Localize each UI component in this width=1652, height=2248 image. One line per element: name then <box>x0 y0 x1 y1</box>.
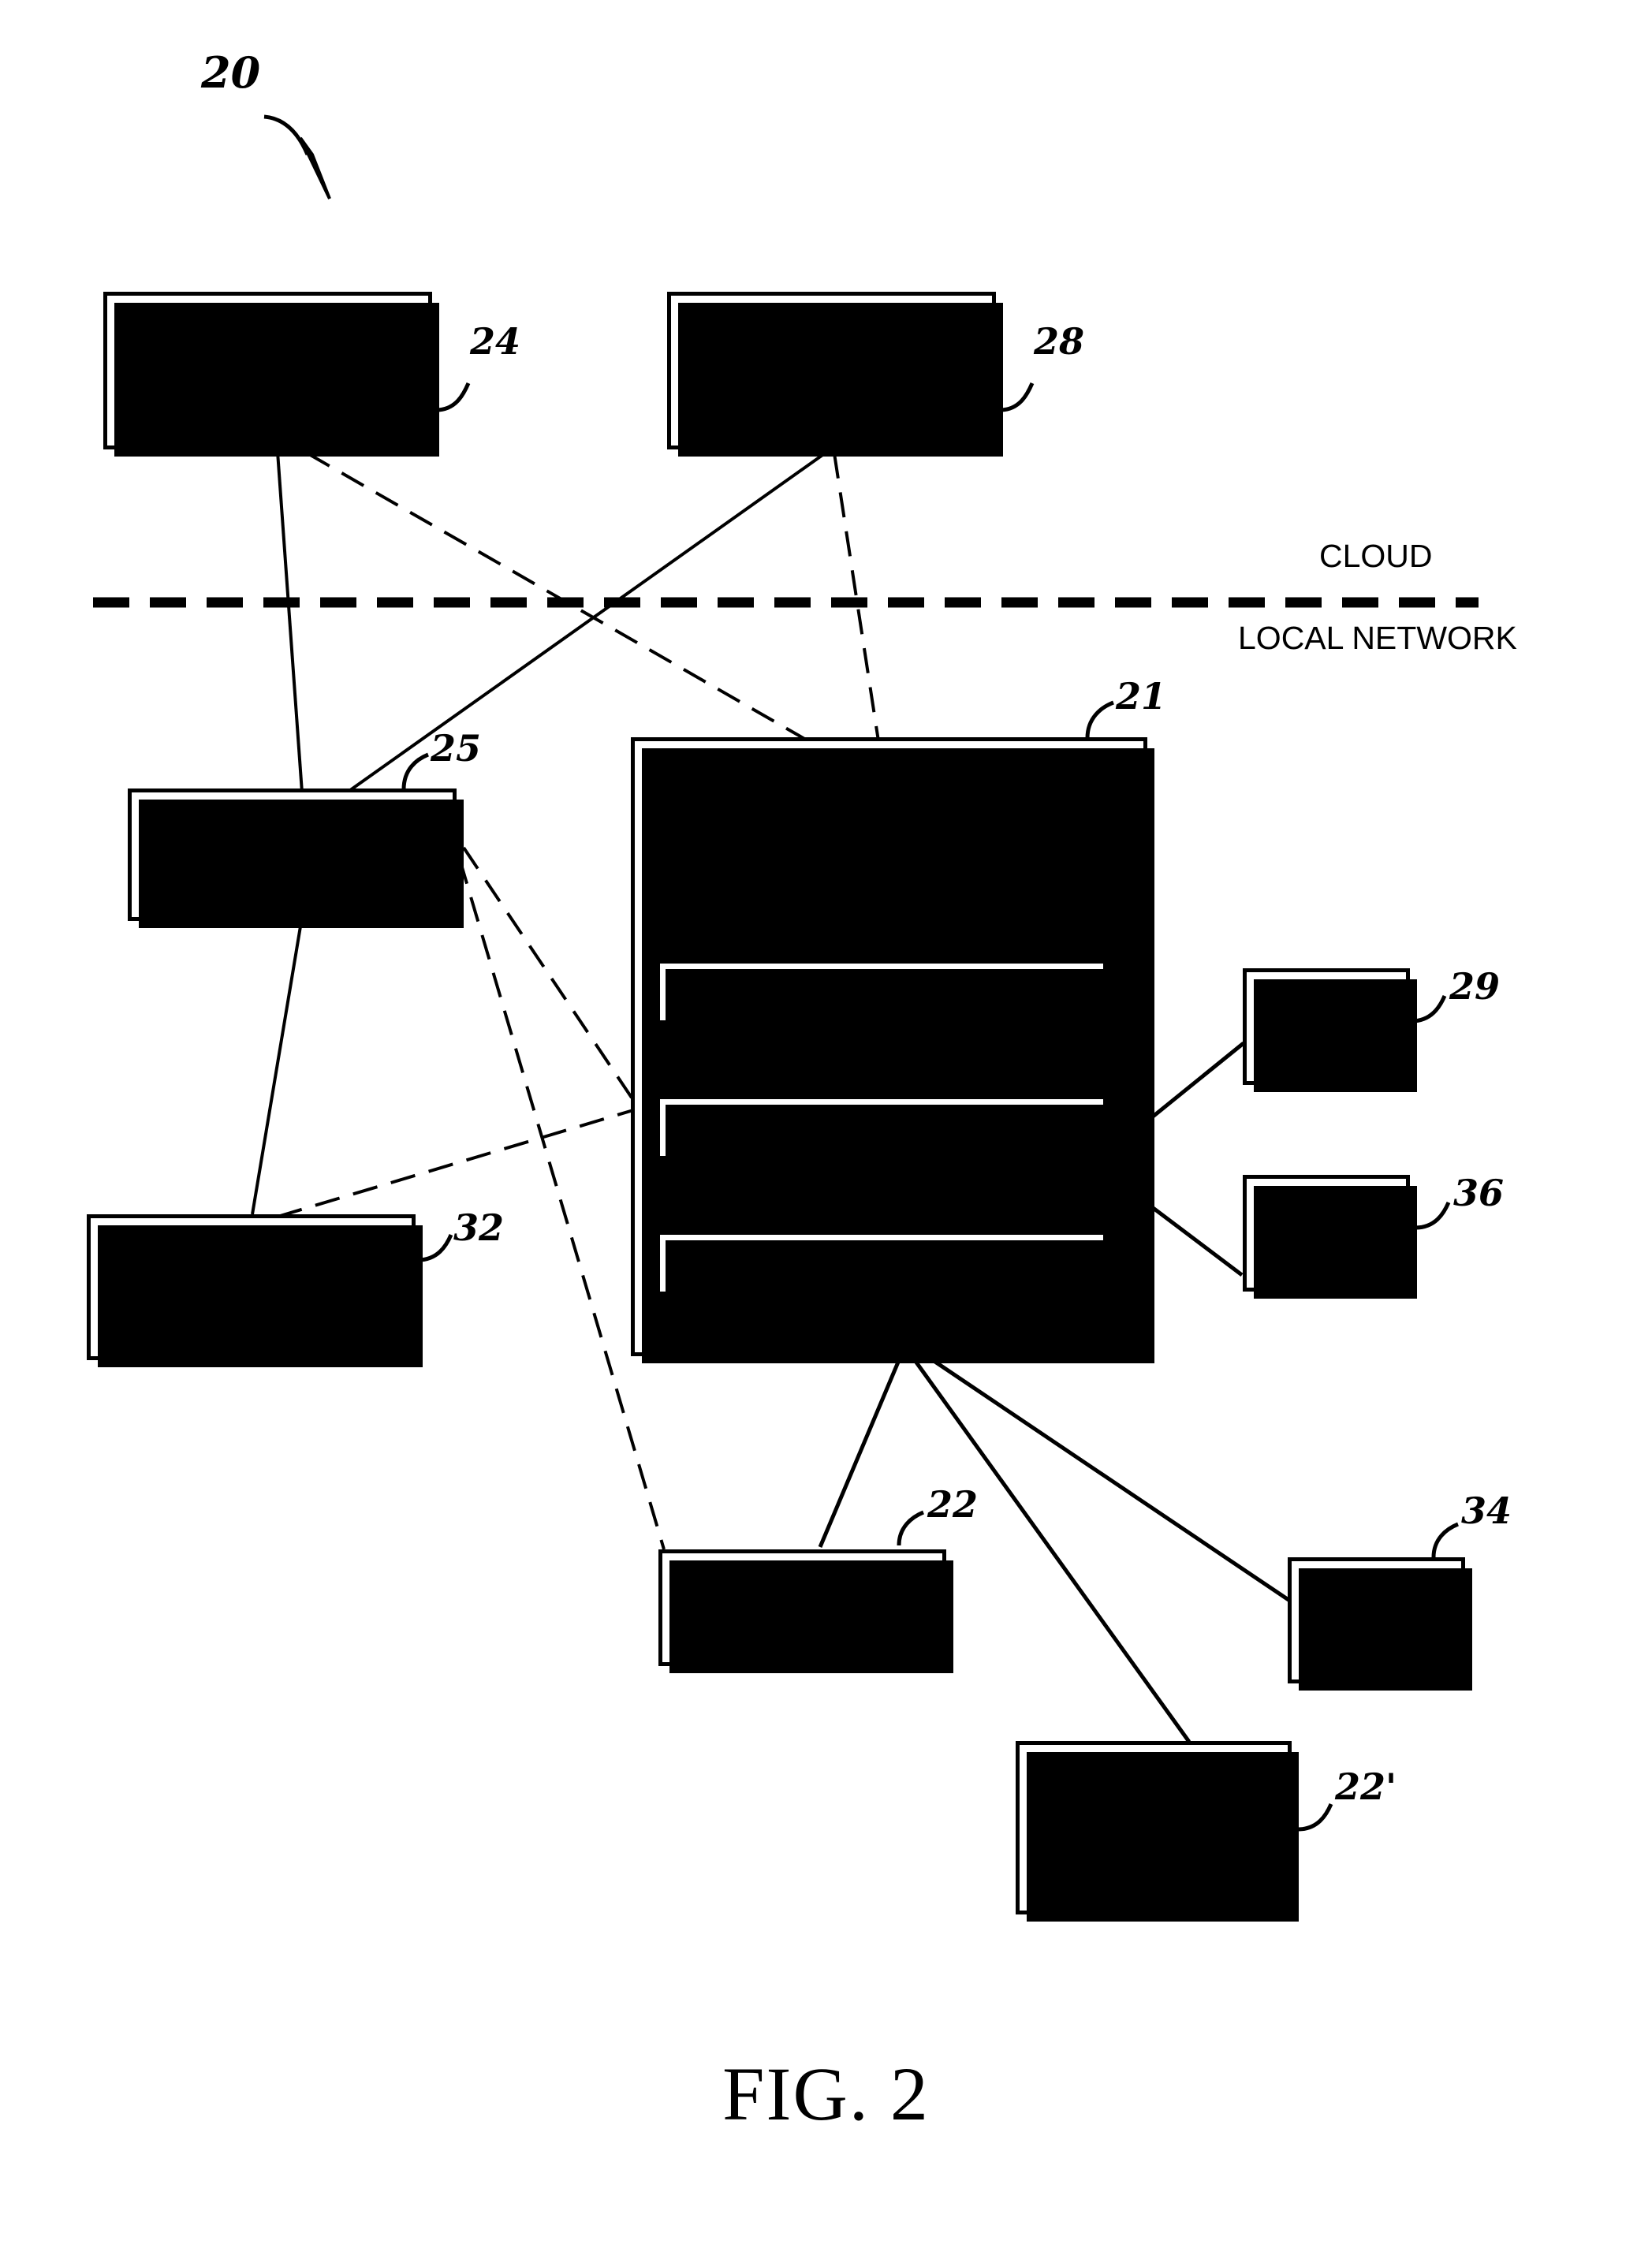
node-sensor-transmitter-label: SENSOR / TRANSMITTER <box>688 1571 916 1644</box>
ref-22-prime: 22' <box>1335 1765 1397 1808</box>
node-metabolism-label: METAB- OLISM <box>1317 1583 1436 1657</box>
ref-21: 21 <box>1116 675 1167 718</box>
wire-monitoring-to-metabolism <box>919 1350 1292 1604</box>
node-local-network-hotspot[interactable]: LOCAL NETWORK HOTSPOT <box>128 788 464 928</box>
patent-figure-page: 20 CLOUD LOCAL NETWORK SOURCE OF NETWORK… <box>0 0 1652 2248</box>
ref-34: 34 <box>1461 1489 1512 1532</box>
node-sensor-transmitter[interactable]: SENSOR / TRANSMITTER <box>658 1549 953 1673</box>
system-leader-arrowhead <box>299 136 331 199</box>
wire-source-to-hotspot <box>276 451 304 793</box>
node-accelerometer-gps[interactable]: ACCELEROMETER / GPS <box>657 960 1112 1029</box>
node-monitoring-device-label: MONITORING DEVICE, E.G., MOBILE DEVICE, … <box>671 759 1107 907</box>
ref-25: 25 <box>431 727 482 770</box>
node-other-analyte-sensors-label: OTHER ANALYTE SENSORS / TRANSMITTER <box>1039 1752 1268 1903</box>
ref-36: 36 <box>1453 1172 1505 1214</box>
leader-24 <box>435 382 471 412</box>
figure-caption: FIG. 2 <box>722 2052 930 2136</box>
system-leader-arrow <box>263 114 310 155</box>
wire-monitoring-to-sensor <box>818 1354 904 1548</box>
ref-32: 32 <box>453 1206 505 1249</box>
leader-25 <box>401 752 429 790</box>
node-external-computing-environment-top-label: EXTERNAL COMPUTING ENVIRONMENT <box>713 314 950 427</box>
ref-24: 24 <box>470 320 521 363</box>
leader-22p <box>1297 1803 1333 1832</box>
ref-29: 29 <box>1449 965 1501 1008</box>
node-local-network-hotspot-label: LOCAL NETWORK HOTSPOT <box>210 798 375 911</box>
node-metabolism[interactable]: METAB- OLISM <box>1288 1557 1472 1691</box>
local-network-boundary-label: LOCAL NETWORK <box>1238 620 1517 656</box>
node-external-computing-environment-top[interactable]: EXTERNAL COMPUTING ENVIRONMENT <box>667 292 1003 457</box>
node-data-entry[interactable]: DATA ENTRY <box>1243 968 1417 1092</box>
wire-monitoring-to-other-analyte <box>908 1353 1191 1743</box>
node-accelerometer-gps-label: ACCELEROMETER / GPS <box>693 975 1070 1009</box>
cloud-boundary-label: CLOUD <box>1319 538 1433 574</box>
ref-26: 26 <box>1070 1014 1121 1057</box>
ref-31: 31 <box>1068 878 1120 921</box>
node-source-of-network-data-label: SOURCE OF NETWORK DATA / CLOUD <box>158 314 377 427</box>
ref-27: 27 <box>1070 1150 1121 1192</box>
node-app[interactable]: APP <box>657 1232 1112 1300</box>
node-hash-tags-label: HASH TAGS <box>1281 1196 1371 1269</box>
leader-32 <box>417 1233 453 1262</box>
node-external-computing-environment-left[interactable]: EXTERNAL COMPUTING ENVIRONMENT <box>87 1214 423 1367</box>
node-external-computing-environment-left-label: EXTERNAL COMPUTING ENVIRONMENT <box>132 1231 370 1343</box>
node-hash-tags[interactable]: HASH TAGS <box>1243 1175 1417 1299</box>
leader-28 <box>999 382 1035 412</box>
leader-21 <box>1085 700 1114 739</box>
node-app-label: APP <box>849 1246 914 1281</box>
wire-hotspot-to-external-left <box>251 916 304 1215</box>
ref-20: 20 <box>201 47 261 98</box>
wire-external-left-to-monitoring-dashed <box>277 1109 634 1218</box>
leader-34 <box>1431 1522 1459 1558</box>
leader-36 <box>1415 1201 1451 1230</box>
wire-hotspot-to-monitoring-dashed <box>462 846 635 1102</box>
ref-28: 28 <box>1034 320 1085 363</box>
node-ui[interactable]: UI <box>657 1096 1112 1165</box>
leader-22 <box>897 1510 924 1546</box>
ref-22: 22 <box>927 1483 979 1526</box>
node-source-of-network-data[interactable]: SOURCE OF NETWORK DATA / CLOUD <box>103 292 439 457</box>
node-other-analyte-sensors[interactable]: OTHER ANALYTE SENSORS / TRANSMITTER <box>1016 1741 1299 1922</box>
node-data-entry-label: DATA ENTRY <box>1272 990 1381 1063</box>
node-ui-label: UI <box>866 1110 897 1145</box>
